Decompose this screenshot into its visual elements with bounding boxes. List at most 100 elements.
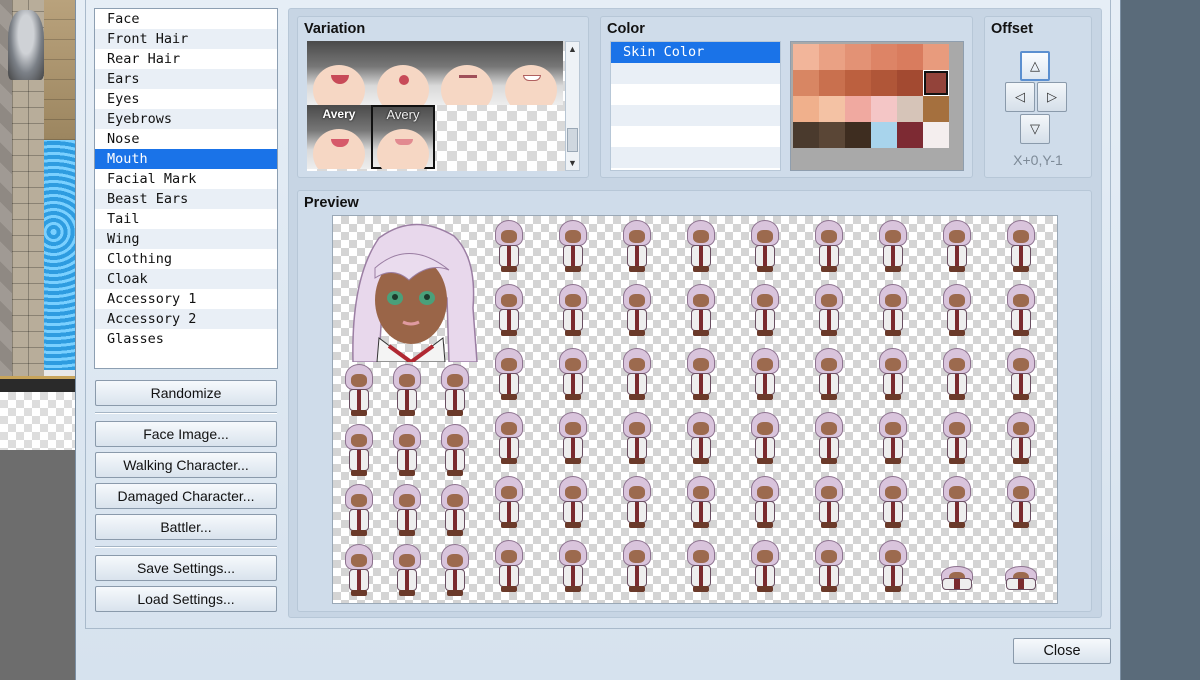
character-sprite: [937, 410, 977, 468]
character-sprite: [489, 410, 529, 468]
color-swatch[interactable]: [923, 96, 949, 122]
variation-cell[interactable]: [435, 41, 499, 105]
color-list[interactable]: Skin Color: [610, 41, 781, 171]
color-swatch[interactable]: [819, 70, 845, 96]
character-sprite: [339, 542, 379, 600]
character-sprite: [339, 422, 379, 480]
character-sprite: [435, 422, 475, 480]
color-swatch[interactable]: [819, 44, 845, 70]
color-swatch[interactable]: [793, 70, 819, 96]
variation-cell[interactable]: [307, 41, 371, 105]
offset-down-button[interactable]: ▽: [1020, 114, 1050, 144]
color-palette[interactable]: [790, 41, 964, 171]
color-swatch[interactable]: [897, 96, 923, 122]
damaged-character-button[interactable]: Damaged Character...: [95, 483, 277, 509]
variation-cell[interactable]: Avery: [307, 105, 371, 169]
scroll-down-icon[interactable]: ▼: [567, 157, 578, 169]
variation-scrollbar[interactable]: ▲ ▼: [565, 41, 580, 171]
triangle-up-icon: △: [1030, 58, 1040, 73]
color-item-empty[interactable]: [611, 63, 780, 84]
color-item-empty[interactable]: [611, 147, 780, 168]
parts-list[interactable]: Face Front Hair Rear Hair Ears Eyes Eyeb…: [94, 8, 278, 369]
triangle-left-icon: ◁: [1015, 89, 1025, 104]
color-swatch[interactable]: [923, 122, 949, 148]
color-item-skin[interactable]: Skin Color: [611, 42, 780, 63]
color-swatch[interactable]: [897, 122, 923, 148]
color-swatch[interactable]: [819, 96, 845, 122]
color-swatch[interactable]: [793, 44, 819, 70]
character-sprite: [435, 482, 475, 540]
parts-item-eyes[interactable]: Eyes: [95, 89, 277, 109]
parts-item-cloak[interactable]: Cloak: [95, 269, 277, 289]
parts-item-mouth[interactable]: Mouth: [95, 149, 277, 169]
character-sprite: [745, 474, 785, 532]
parts-item-front-hair[interactable]: Front Hair: [95, 29, 277, 49]
color-swatch[interactable]: [845, 96, 871, 122]
parts-item-nose[interactable]: Nose: [95, 129, 277, 149]
color-swatch[interactable]: [845, 70, 871, 96]
map-ledge: [0, 376, 76, 392]
offset-right-button[interactable]: ▷: [1037, 82, 1067, 112]
close-button[interactable]: Close: [1013, 638, 1111, 664]
parts-item-glasses[interactable]: Glasses: [95, 329, 277, 349]
character-sprite: [387, 362, 427, 420]
offset-title: Offset: [991, 21, 1033, 37]
offset-up-button[interactable]: △: [1020, 51, 1050, 81]
variation-cell-selected[interactable]: Avery: [371, 105, 435, 169]
character-sprite: [809, 282, 849, 340]
character-sprite: [435, 362, 475, 420]
character-sprite: [809, 346, 849, 404]
color-swatch[interactable]: [871, 96, 897, 122]
parts-item-beast-ears[interactable]: Beast Ears: [95, 189, 277, 209]
preview-title: Preview: [304, 195, 359, 211]
parts-item-accessory-1[interactable]: Accessory 1: [95, 289, 277, 309]
parts-item-accessory-2[interactable]: Accessory 2: [95, 309, 277, 329]
parts-item-facial-mark[interactable]: Facial Mark: [95, 169, 277, 189]
parts-item-face[interactable]: Face: [95, 9, 277, 29]
color-swatch[interactable]: [819, 122, 845, 148]
character-sprite: [1001, 282, 1041, 340]
color-swatch[interactable]: [793, 122, 819, 148]
load-settings-button[interactable]: Load Settings...: [95, 586, 277, 612]
scroll-thumb[interactable]: [567, 128, 578, 152]
color-swatch[interactable]: [923, 70, 949, 96]
character-sprite: [937, 282, 977, 340]
character-sprite: [489, 346, 529, 404]
variation-cell[interactable]: [371, 41, 435, 105]
character-sprite: [1001, 538, 1041, 596]
battler-button[interactable]: Battler...: [95, 514, 277, 540]
scroll-up-icon[interactable]: ▲: [567, 43, 578, 55]
color-swatch[interactable]: [897, 70, 923, 96]
color-item-empty[interactable]: [611, 126, 780, 147]
color-item-empty[interactable]: [611, 84, 780, 105]
color-swatch[interactable]: [871, 44, 897, 70]
character-sprite: [681, 282, 721, 340]
parts-item-ears[interactable]: Ears: [95, 69, 277, 89]
walking-character-button[interactable]: Walking Character...: [95, 452, 277, 478]
parts-item-clothing[interactable]: Clothing: [95, 249, 277, 269]
parts-item-tail[interactable]: Tail: [95, 209, 277, 229]
character-sprite: [745, 346, 785, 404]
color-swatch[interactable]: [897, 44, 923, 70]
color-swatch[interactable]: [845, 122, 871, 148]
save-settings-button[interactable]: Save Settings...: [95, 555, 277, 581]
character-sprite: [617, 410, 657, 468]
face-image-button[interactable]: Face Image...: [95, 421, 277, 447]
variation-cell[interactable]: [499, 41, 563, 105]
character-sprite: [387, 542, 427, 600]
color-swatch[interactable]: [871, 70, 897, 96]
randomize-button[interactable]: Randomize: [95, 380, 277, 406]
character-sprite: [937, 218, 977, 276]
offset-left-button[interactable]: ◁: [1005, 82, 1035, 112]
character-sprite: [617, 538, 657, 596]
variation-label: Avery: [322, 107, 356, 121]
color-swatch[interactable]: [871, 122, 897, 148]
color-swatch[interactable]: [845, 44, 871, 70]
parts-item-rear-hair[interactable]: Rear Hair: [95, 49, 277, 69]
separator: [95, 546, 277, 547]
color-swatch[interactable]: [923, 44, 949, 70]
color-swatch[interactable]: [793, 96, 819, 122]
parts-item-wing[interactable]: Wing: [95, 229, 277, 249]
parts-item-eyebrows[interactable]: Eyebrows: [95, 109, 277, 129]
color-item-empty[interactable]: [611, 105, 780, 126]
